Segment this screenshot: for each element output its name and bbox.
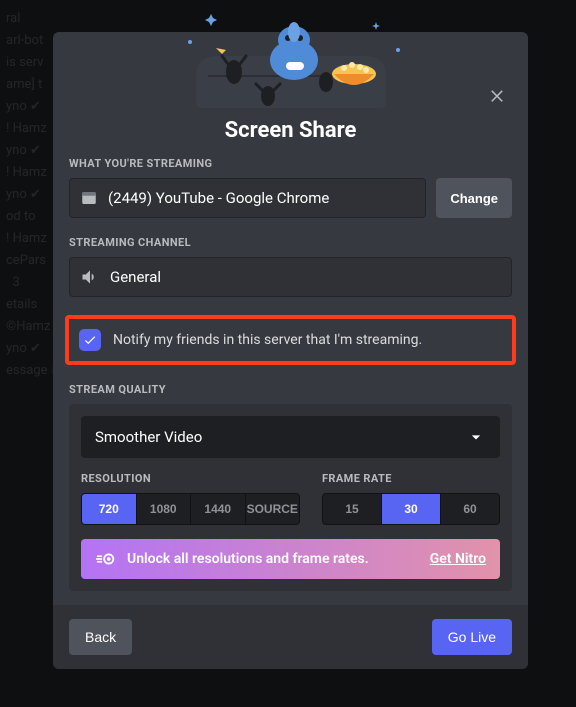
resolution-label: RESOLUTION: [81, 472, 300, 485]
screen-share-modal: Screen Share WHAT YOU'RE STREAMING (2449…: [53, 32, 528, 669]
framerate-option-15[interactable]: 15: [323, 494, 382, 524]
window-icon: [80, 189, 98, 207]
framerate-option-30[interactable]: 30: [382, 494, 441, 524]
quality-preset-select[interactable]: Smoother Video: [81, 416, 500, 458]
resolution-option-source[interactable]: SOURCE: [246, 494, 300, 524]
streaming-source-value: (2449) YouTube - Google Chrome: [108, 189, 329, 207]
modal-footer: Back Go Live: [53, 605, 528, 669]
framerate-segment: 153060: [322, 493, 500, 525]
nitro-icon: [95, 548, 117, 570]
framerate-option-60[interactable]: 60: [441, 494, 499, 524]
stream-quality-label: STREAM QUALITY: [69, 383, 512, 396]
streaming-source-label: WHAT YOU'RE STREAMING: [69, 157, 512, 170]
modal-title: Screen Share: [53, 118, 528, 143]
check-icon: [83, 333, 97, 347]
streaming-channel-value: General: [110, 268, 161, 286]
hero-illustration: [176, 4, 406, 114]
close-icon: [488, 86, 506, 104]
framerate-label: FRAME RATE: [322, 472, 500, 485]
resolution-option-1080[interactable]: 1080: [137, 494, 192, 524]
resolution-option-1440[interactable]: 1440: [191, 494, 246, 524]
nitro-text: Unlock all resolutions and frame rates.: [127, 551, 369, 567]
notify-friends-row-highlight: Notify my friends in this server that I'…: [65, 315, 516, 365]
stream-quality-panel: Smoother Video RESOLUTION 72010801440SOU…: [69, 404, 512, 591]
nitro-upsell: Unlock all resolutions and frame rates. …: [81, 539, 500, 579]
streaming-source-field: (2449) YouTube - Google Chrome: [69, 178, 426, 218]
resolution-segment: 72010801440SOURCE: [81, 493, 300, 525]
modal-hero: [53, 32, 528, 114]
notify-friends-checkbox[interactable]: [79, 329, 101, 351]
streaming-channel-select[interactable]: General: [69, 257, 512, 297]
quality-preset-value: Smoother Video: [95, 428, 202, 446]
go-live-button[interactable]: Go Live: [432, 619, 512, 655]
streaming-channel-label: STREAMING CHANNEL: [69, 236, 512, 249]
resolution-option-720[interactable]: 720: [82, 494, 137, 524]
notify-friends-label: Notify my friends in this server that I'…: [113, 332, 422, 348]
speaker-icon: [80, 267, 100, 287]
chevron-down-icon: [466, 427, 486, 447]
back-button[interactable]: Back: [69, 619, 132, 655]
change-button[interactable]: Change: [436, 178, 512, 218]
get-nitro-link[interactable]: Get Nitro: [430, 551, 486, 567]
close-button[interactable]: [484, 82, 510, 108]
